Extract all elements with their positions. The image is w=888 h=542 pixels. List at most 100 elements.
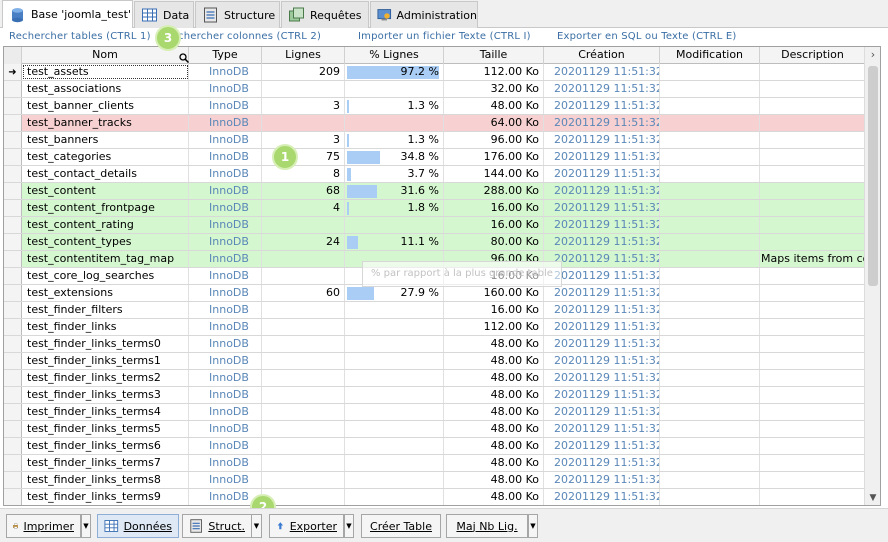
header-type[interactable]: Type bbox=[189, 47, 262, 64]
header-creation[interactable]: Création bbox=[544, 47, 660, 64]
header-description[interactable]: Description bbox=[760, 47, 866, 64]
table-name-cell[interactable]: test_finder_links_terms5 bbox=[22, 421, 189, 437]
table-name-cell[interactable]: test_banner_clients bbox=[22, 98, 189, 114]
table-name-cell[interactable]: test_finder_links_terms4 bbox=[22, 404, 189, 420]
print-button[interactable]: Imprimer bbox=[6, 514, 81, 538]
maj-dropdown[interactable]: ▼ bbox=[528, 514, 538, 538]
row-indicator[interactable] bbox=[4, 132, 22, 148]
tab-administration[interactable]: Administration bbox=[370, 1, 478, 28]
table-name-cell[interactable]: test_finder_links_terms2 bbox=[22, 370, 189, 386]
table-row[interactable]: test_finder_filters InnoDB 16.00 Ko 2020112… bbox=[4, 302, 880, 319]
data-button[interactable]: Données bbox=[97, 514, 179, 538]
header-taille[interactable]: Taille bbox=[444, 47, 544, 64]
table-name-cell[interactable]: test_categories bbox=[22, 149, 189, 165]
table-name-cell[interactable]: test_associations bbox=[22, 81, 189, 97]
search-columns-link[interactable]: Rechercher colonnes (CTRL 2) bbox=[165, 31, 321, 42]
table-row[interactable]: test_finder_links_terms3 InnoDB 48.00 Ko 20… bbox=[4, 387, 880, 404]
table-name-cell[interactable]: test_extensions bbox=[22, 285, 189, 301]
table-name-cell[interactable]: test_content bbox=[22, 183, 189, 199]
create-table-button[interactable]: Créer Table bbox=[361, 514, 441, 538]
scroll-right-icon[interactable]: › bbox=[865, 47, 880, 64]
table-row[interactable]: test_finder_links_terms1 InnoDB 48.00 Ko 20… bbox=[4, 353, 880, 370]
row-indicator[interactable] bbox=[4, 353, 22, 369]
scroll-down-icon[interactable]: ▼ bbox=[865, 491, 880, 505]
table-row[interactable]: test_content_rating InnoDB 16.00 Ko 2020112… bbox=[4, 217, 880, 234]
scrollbar-thumb[interactable] bbox=[868, 66, 878, 286]
table-name-cell[interactable]: test_finder_links_terms1 bbox=[22, 353, 189, 369]
table-row[interactable]: test_finder_links_terms0 InnoDB 48.00 Ko 20… bbox=[4, 336, 880, 353]
row-indicator[interactable] bbox=[4, 404, 22, 420]
search-icon[interactable] bbox=[179, 53, 189, 63]
struct-button[interactable]: Struct. bbox=[182, 514, 252, 538]
table-name-cell[interactable]: test_finder_filters bbox=[22, 302, 189, 318]
table-row[interactable]: test_finder_links_terms8 InnoDB 48.00 Ko 20… bbox=[4, 472, 880, 489]
row-indicator[interactable] bbox=[4, 472, 22, 488]
table-name-cell[interactable]: test_content_rating bbox=[22, 217, 189, 233]
table-row[interactable]: test_banner_tracks InnoDB 64.00 Ko 20201129… bbox=[4, 115, 880, 132]
table-name-cell[interactable]: test_finder_links bbox=[22, 319, 189, 335]
table-row[interactable]: test_banner_clients InnoDB 3 1.3 % 48.00 Ko 2… bbox=[4, 98, 880, 115]
row-indicator[interactable] bbox=[4, 200, 22, 216]
row-indicator[interactable] bbox=[4, 319, 22, 335]
export-dropdown[interactable]: ▼ bbox=[344, 514, 354, 538]
table-row[interactable]: test_categories InnoDB 75 34.8 % 176.00 Ko 20… bbox=[4, 149, 880, 166]
row-indicator[interactable] bbox=[4, 268, 22, 284]
table-row[interactable]: test_extensions InnoDB 60 27.9 % 160.00 Ko 20… bbox=[4, 285, 880, 302]
table-row[interactable]: test_content_types InnoDB 24 11.1 % 80.00 Ko… bbox=[4, 234, 880, 251]
table-row[interactable]: test_content InnoDB 68 31.6 % 288.00 Ko 20201… bbox=[4, 183, 880, 200]
row-indicator[interactable] bbox=[4, 234, 22, 250]
row-indicator[interactable] bbox=[4, 115, 22, 131]
row-indicator[interactable] bbox=[4, 183, 22, 199]
table-row[interactable]: test_finder_links_terms7 InnoDB 48.00 Ko 20… bbox=[4, 455, 880, 472]
row-indicator[interactable] bbox=[4, 336, 22, 352]
table-row[interactable]: test_finder_links_terms4 InnoDB 48.00 Ko 20… bbox=[4, 404, 880, 421]
table-name-cell[interactable]: test_finder_links_terms7 bbox=[22, 455, 189, 471]
row-indicator[interactable] bbox=[4, 285, 22, 301]
row-indicator[interactable] bbox=[4, 421, 22, 437]
table-name-cell[interactable]: test_finder_links_terms8 bbox=[22, 472, 189, 488]
row-indicator[interactable] bbox=[4, 98, 22, 114]
header-modification[interactable]: Modification bbox=[660, 47, 760, 64]
row-indicator[interactable] bbox=[4, 149, 22, 165]
table-row[interactable]: test_finder_links_terms5 InnoDB 48.00 Ko 20… bbox=[4, 421, 880, 438]
search-tables-link[interactable]: Rechercher tables (CTRL 1) bbox=[9, 31, 151, 42]
vertical-scrollbar[interactable]: › ▼ bbox=[864, 47, 880, 505]
header-pct-lignes[interactable]: % Lignes bbox=[345, 47, 444, 64]
table-name-cell[interactable]: test_content_frontpage bbox=[22, 200, 189, 216]
table-row[interactable]: test_contact_details InnoDB 8 3.7 % 144.00 K… bbox=[4, 166, 880, 183]
row-indicator[interactable] bbox=[4, 489, 22, 505]
table-name-cell[interactable]: test_finder_links_terms9 bbox=[22, 489, 189, 505]
export-button[interactable]: Exporter bbox=[269, 514, 344, 538]
struct-dropdown[interactable]: ▼ bbox=[252, 514, 262, 538]
row-indicator[interactable] bbox=[4, 302, 22, 318]
table-name-cell[interactable]: test_assets bbox=[22, 64, 189, 80]
row-indicator[interactable]: ➜ bbox=[4, 64, 22, 80]
row-indicator[interactable] bbox=[4, 438, 22, 454]
table-name-cell[interactable]: test_contact_details bbox=[22, 166, 189, 182]
table-name-cell[interactable]: test_banner_tracks bbox=[22, 115, 189, 131]
table-row[interactable]: ➜ test_assets InnoDB 209 97.2 % 112.00 Ko 2020… bbox=[4, 64, 880, 81]
table-row[interactable]: test_finder_links_terms2 InnoDB 48.00 Ko 20… bbox=[4, 370, 880, 387]
row-indicator[interactable] bbox=[4, 217, 22, 233]
tab-structure[interactable]: Structure bbox=[195, 1, 280, 28]
header-lignes[interactable]: Lignes bbox=[262, 47, 345, 64]
row-indicator[interactable] bbox=[4, 81, 22, 97]
table-row[interactable]: test_associations InnoDB 32.00 Ko 20201129 … bbox=[4, 81, 880, 98]
table-name-cell[interactable]: test_content_types bbox=[22, 234, 189, 250]
export-sql-link[interactable]: Exporter en SQL ou Texte (CTRL E) bbox=[557, 31, 737, 42]
row-indicator[interactable] bbox=[4, 455, 22, 471]
table-row[interactable]: test_content_frontpage InnoDB 4 1.8 % 16.00 … bbox=[4, 200, 880, 217]
table-row[interactable]: test_banners InnoDB 3 1.3 % 96.00 Ko 20201129… bbox=[4, 132, 880, 149]
table-name-cell[interactable]: test_core_log_searches bbox=[22, 268, 189, 284]
table-name-cell[interactable]: test_finder_links_terms3 bbox=[22, 387, 189, 403]
row-indicator[interactable] bbox=[4, 370, 22, 386]
table-name-cell[interactable]: test_banners bbox=[22, 132, 189, 148]
table-row[interactable]: test_finder_links InnoDB 112.00 Ko 20201129… bbox=[4, 319, 880, 336]
row-indicator[interactable] bbox=[4, 387, 22, 403]
row-indicator[interactable] bbox=[4, 251, 22, 267]
maj-nb-lig-button[interactable]: Maj Nb Lig. bbox=[446, 514, 528, 538]
table-name-cell[interactable]: test_finder_links_terms6 bbox=[22, 438, 189, 454]
tab-requetes[interactable]: Requêtes bbox=[281, 1, 369, 28]
table-row[interactable]: test_finder_links_terms6 InnoDB 48.00 Ko 20… bbox=[4, 438, 880, 455]
row-indicator[interactable] bbox=[4, 166, 22, 182]
